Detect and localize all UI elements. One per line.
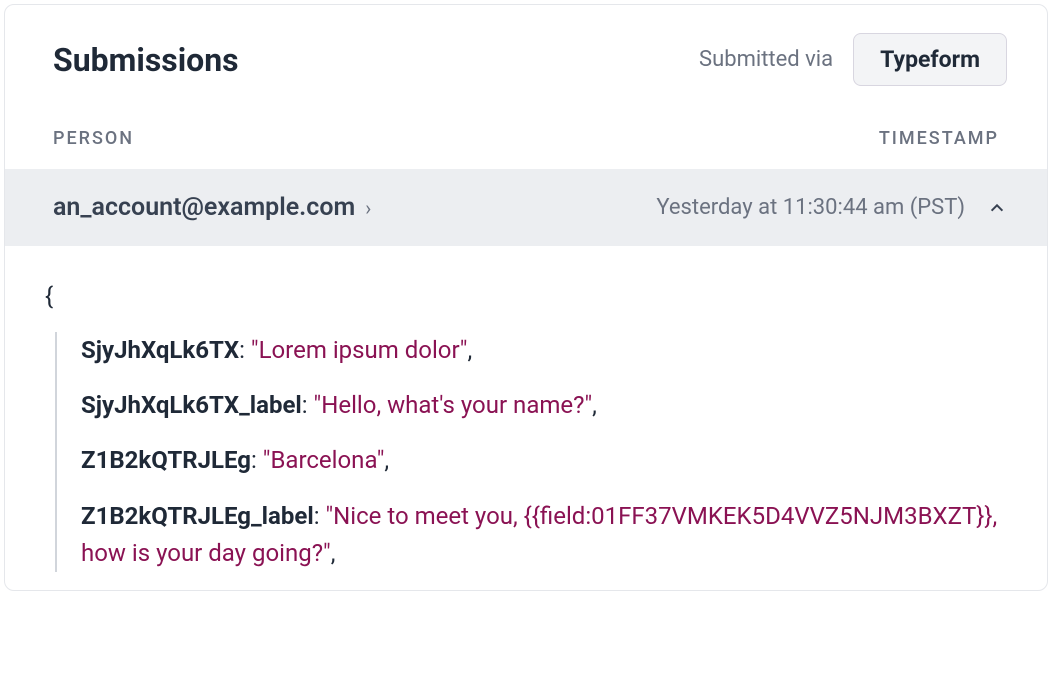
- timestamp-cell: Yesterday at 11:30:44 am (PST): [656, 195, 965, 220]
- json-key: SjyJhXqLk6TX: [81, 336, 239, 364]
- chevron-up-icon[interactable]: [987, 198, 1007, 218]
- json-entry: SjyJhXqLk6TX_label: "Hello, what's your …: [81, 387, 1007, 424]
- json-key: SjyJhXqLk6TX_label: [81, 391, 302, 419]
- submitted-via-label: Submitted via: [699, 47, 833, 72]
- row-right: Yesterday at 11:30:44 am (PST): [656, 195, 1007, 220]
- column-person: PERSON: [53, 128, 134, 149]
- payload-body: { SjyJhXqLk6TX: "Lorem ipsum dolor", Sjy…: [5, 246, 1047, 572]
- submission-row[interactable]: an_account@example.com › Yesterday at 11…: [5, 169, 1047, 246]
- table-columns: PERSON TIMESTAMP: [5, 110, 1047, 169]
- submitted-via-wrap: Submitted via Typeform: [699, 33, 1007, 86]
- json-key: Z1B2kQTRJLEg: [81, 446, 251, 474]
- json-block: SjyJhXqLk6TX: "Lorem ipsum dolor", SjyJh…: [55, 332, 1007, 572]
- page-title: Submissions: [53, 41, 239, 79]
- json-key: Z1B2kQTRJLEg_label: [81, 502, 314, 530]
- json-entry: SjyJhXqLk6TX: "Lorem ipsum dolor",: [81, 332, 1007, 369]
- json-entry: Z1B2kQTRJLEg_label: "Nice to meet you, {…: [81, 498, 1007, 572]
- chevron-right-icon: ›: [365, 196, 371, 220]
- person-cell[interactable]: an_account@example.com ›: [53, 193, 371, 222]
- column-timestamp: TIMESTAMP: [879, 128, 999, 149]
- person-email: an_account@example.com: [53, 193, 355, 222]
- submissions-card: Submissions Submitted via Typeform PERSO…: [4, 4, 1048, 591]
- open-brace: {: [45, 282, 1007, 310]
- json-value: "Barcelona": [263, 446, 385, 474]
- source-badge[interactable]: Typeform: [853, 33, 1007, 86]
- json-value: "Lorem ipsum dolor": [251, 336, 468, 364]
- json-value: "Hello, what's your name?": [314, 391, 593, 419]
- card-header: Submissions Submitted via Typeform: [5, 5, 1047, 110]
- json-entry: Z1B2kQTRJLEg: "Barcelona",: [81, 442, 1007, 479]
